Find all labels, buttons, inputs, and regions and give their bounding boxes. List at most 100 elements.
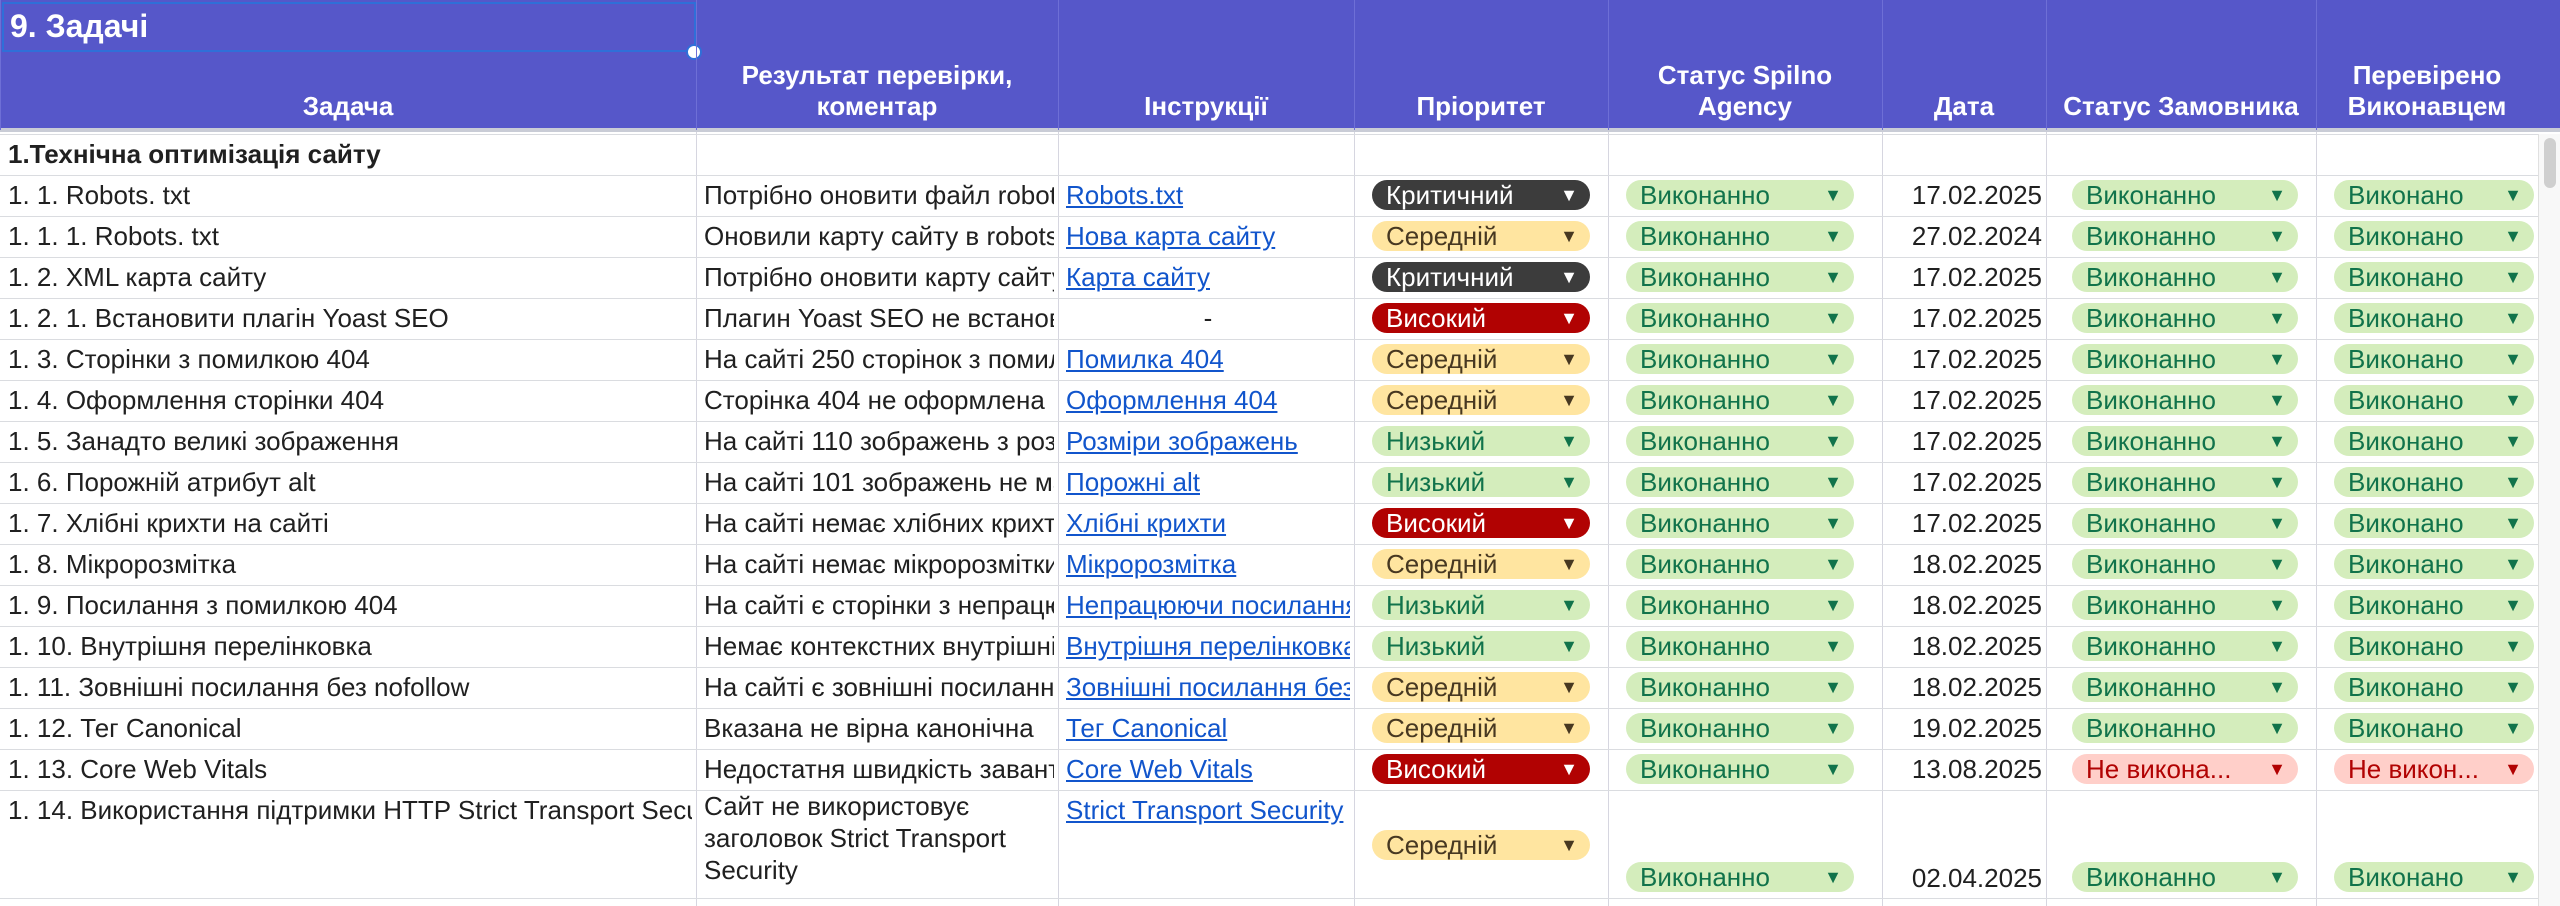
agency-status-dropdown[interactable]: Виконанно ▼ [1626, 549, 1854, 579]
date-cell[interactable]: 13.08.2025 [1890, 749, 2042, 790]
comment-line[interactable]: заголовок Strict Transport [704, 822, 1054, 854]
scrollbar-thumb[interactable] [2544, 138, 2556, 188]
client-status-dropdown[interactable]: Виконанно ▼ [2072, 713, 2298, 743]
task-cell[interactable]: 1. 10. Внутрішня перелінковка [8, 626, 692, 667]
date-cell[interactable]: 18.02.2025 [1890, 544, 2042, 585]
checked-dropdown[interactable]: Виконано ▼ [2334, 467, 2534, 497]
task-cell[interactable]: 1. 9. Посилання з помилкою 404 [8, 585, 692, 626]
instruction-link[interactable]: Core Web Vitals [1066, 749, 1350, 790]
instruction-link[interactable]: Нова карта сайту [1066, 216, 1350, 257]
priority-dropdown[interactable]: Середній ▼ [1372, 221, 1590, 251]
priority-dropdown[interactable]: Середній ▼ [1372, 549, 1590, 579]
task-cell[interactable]: 1. 1. Robots. txt [8, 175, 692, 216]
priority-dropdown[interactable]: Низький ▼ [1372, 590, 1590, 620]
agency-status-dropdown[interactable]: Виконанно ▼ [1626, 754, 1854, 784]
client-status-dropdown[interactable]: Виконанно ▼ [2072, 344, 2298, 374]
date-cell[interactable]: 17.02.2025 [1890, 257, 2042, 298]
checked-dropdown[interactable]: Виконано ▼ [2334, 180, 2534, 210]
priority-dropdown[interactable]: Середній ▼ [1372, 385, 1590, 415]
date-cell[interactable]: 17.02.2025 [1890, 380, 2042, 421]
checked-dropdown[interactable]: Виконано ▼ [2334, 672, 2534, 702]
checked-dropdown[interactable]: Виконано ▼ [2334, 344, 2534, 374]
task-cell[interactable]: 1. 8. Мікророзмітка [8, 544, 692, 585]
checked-dropdown[interactable]: Виконано ▼ [2334, 426, 2534, 456]
comment-cell[interactable]: Плагин Yoast SEO не встановлено [704, 298, 1054, 339]
instruction-link[interactable]: Хлібні крихти [1066, 503, 1350, 544]
date-cell[interactable]: 17.02.2025 [1890, 175, 2042, 216]
client-status-dropdown[interactable]: Виконанно ▼ [2072, 862, 2298, 892]
checked-dropdown[interactable]: Виконано ▼ [2334, 862, 2534, 892]
instruction-link[interactable]: Robots.txt [1066, 175, 1350, 216]
comment-cell[interactable]: На сайті 250 сторінок з помилкою [704, 339, 1054, 380]
comment-cell[interactable]: На сайті немає мікророзмітки [704, 544, 1054, 585]
agency-status-dropdown[interactable]: Виконанно ▼ [1626, 344, 1854, 374]
instruction-link[interactable]: Тег Canonical [1066, 708, 1350, 749]
client-status-dropdown[interactable]: Виконанно ▼ [2072, 467, 2298, 497]
task-cell[interactable]: 1. 6. Порожній атрибут alt [8, 462, 692, 503]
comment-cell[interactable]: На сайті 101 зображень не має alt [704, 462, 1054, 503]
date-cell[interactable]: 17.02.2025 [1890, 503, 2042, 544]
checked-dropdown[interactable]: Виконано ▼ [2334, 549, 2534, 579]
priority-dropdown[interactable]: Критичний ▼ [1372, 262, 1590, 292]
comment-cell[interactable]: Немає контекстних внутрішніх [704, 626, 1054, 667]
comment-cell[interactable]: Потрібно оновити файл robots.txt [704, 175, 1054, 216]
client-status-dropdown[interactable]: Виконанно ▼ [2072, 262, 2298, 292]
priority-dropdown[interactable]: Середній ▼ [1372, 713, 1590, 743]
date-cell[interactable]: 17.02.2025 [1890, 339, 2042, 380]
agency-status-dropdown[interactable]: Виконанно ▼ [1626, 385, 1854, 415]
priority-dropdown[interactable]: Низький ▼ [1372, 426, 1590, 456]
task-cell[interactable]: 1. 5. Занадто великі зображення [8, 421, 692, 462]
client-status-dropdown[interactable]: Виконанно ▼ [2072, 426, 2298, 456]
agency-status-dropdown[interactable]: Виконанно ▼ [1626, 221, 1854, 251]
agency-status-dropdown[interactable]: Виконанно ▼ [1626, 426, 1854, 456]
task-cell[interactable]: 1. 12. Тег Canonical [8, 708, 692, 749]
checked-dropdown[interactable]: Виконано ▼ [2334, 303, 2534, 333]
priority-dropdown[interactable]: Критичний ▼ [1372, 180, 1590, 210]
comment-line[interactable]: Security [704, 854, 1054, 886]
checked-dropdown[interactable]: Виконано ▼ [2334, 262, 2534, 292]
agency-status-dropdown[interactable]: Виконанно ▼ [1626, 262, 1854, 292]
date-cell[interactable]: 18.02.2025 [1890, 667, 2042, 708]
agency-status-dropdown[interactable]: Виконанно ▼ [1626, 862, 1854, 892]
client-status-dropdown[interactable]: Виконанно ▼ [2072, 508, 2298, 538]
task-cell[interactable]: 1. 3. Сторінки з помилкою 404 [8, 339, 692, 380]
comment-cell[interactable]: Недостатня швидкість завантаження [704, 749, 1054, 790]
comment-cell[interactable]: На сайті немає хлібних крихт [704, 503, 1054, 544]
agency-status-dropdown[interactable]: Виконанно ▼ [1626, 672, 1854, 702]
task-cell[interactable]: 1. 2. 1. Встановити плагін Yoast SEO [8, 298, 692, 339]
priority-dropdown[interactable]: Середній ▼ [1372, 830, 1590, 860]
task-cell[interactable]: 1. 2. XML карта сайту [8, 257, 692, 298]
comment-cell[interactable]: На сайті є сторінки з непрацюючими [704, 585, 1054, 626]
comment-cell[interactable]: Вказана не вірна канонічна [704, 708, 1054, 749]
agency-status-dropdown[interactable]: Виконанно ▼ [1626, 590, 1854, 620]
date-cell[interactable]: 17.02.2025 [1890, 298, 2042, 339]
agency-status-dropdown[interactable]: Виконанно ▼ [1626, 180, 1854, 210]
priority-dropdown[interactable]: Середній ▼ [1372, 672, 1590, 702]
checked-dropdown[interactable]: Виконано ▼ [2334, 508, 2534, 538]
date-cell[interactable]: 17.02.2025 [1890, 462, 2042, 503]
comment-cell[interactable]: Потрібно оновити карту сайту [704, 257, 1054, 298]
date-cell[interactable]: 18.02.2025 [1890, 626, 2042, 667]
agency-status-dropdown[interactable]: Виконанно ▼ [1626, 303, 1854, 333]
agency-status-dropdown[interactable]: Виконанно ▼ [1626, 713, 1854, 743]
comment-cell[interactable]: Сторінка 404 не оформлена [704, 380, 1054, 421]
agency-status-dropdown[interactable]: Виконанно ▼ [1626, 467, 1854, 497]
client-status-dropdown[interactable]: Виконанно ▼ [2072, 303, 2298, 333]
checked-dropdown[interactable]: Виконано ▼ [2334, 713, 2534, 743]
task-cell[interactable]: 1. 1. 1. Robots. txt [8, 216, 692, 257]
comment-line[interactable]: Сайт не використовує [704, 790, 1054, 822]
client-status-dropdown[interactable]: Не викона... ▼ [2072, 754, 2298, 784]
checked-dropdown[interactable]: Виконано ▼ [2334, 221, 2534, 251]
task-cell[interactable]: 1. 11. Зовнішні посилання без nofollow [8, 667, 692, 708]
checked-dropdown[interactable]: Не викон... ▼ [2334, 754, 2534, 784]
comment-cell[interactable]: Оновили карту сайту в robots.txt [704, 216, 1054, 257]
priority-dropdown[interactable]: Низький ▼ [1372, 631, 1590, 661]
instruction-link[interactable]: Непрацюючи посилання [1066, 585, 1350, 626]
task-cell[interactable]: 1. 14. Використання підтримки HTTP Stric… [8, 790, 692, 830]
task-cell[interactable]: 1. 4. Оформлення сторінки 404 [8, 380, 692, 421]
client-status-dropdown[interactable]: Виконанно ▼ [2072, 180, 2298, 210]
comment-cell[interactable]: На сайті 110 зображень з розміром [704, 421, 1054, 462]
client-status-dropdown[interactable]: Виконанно ▼ [2072, 549, 2298, 579]
instruction-link[interactable]: Мікророзмітка [1066, 544, 1350, 585]
priority-dropdown[interactable]: Високий ▼ [1372, 303, 1590, 333]
